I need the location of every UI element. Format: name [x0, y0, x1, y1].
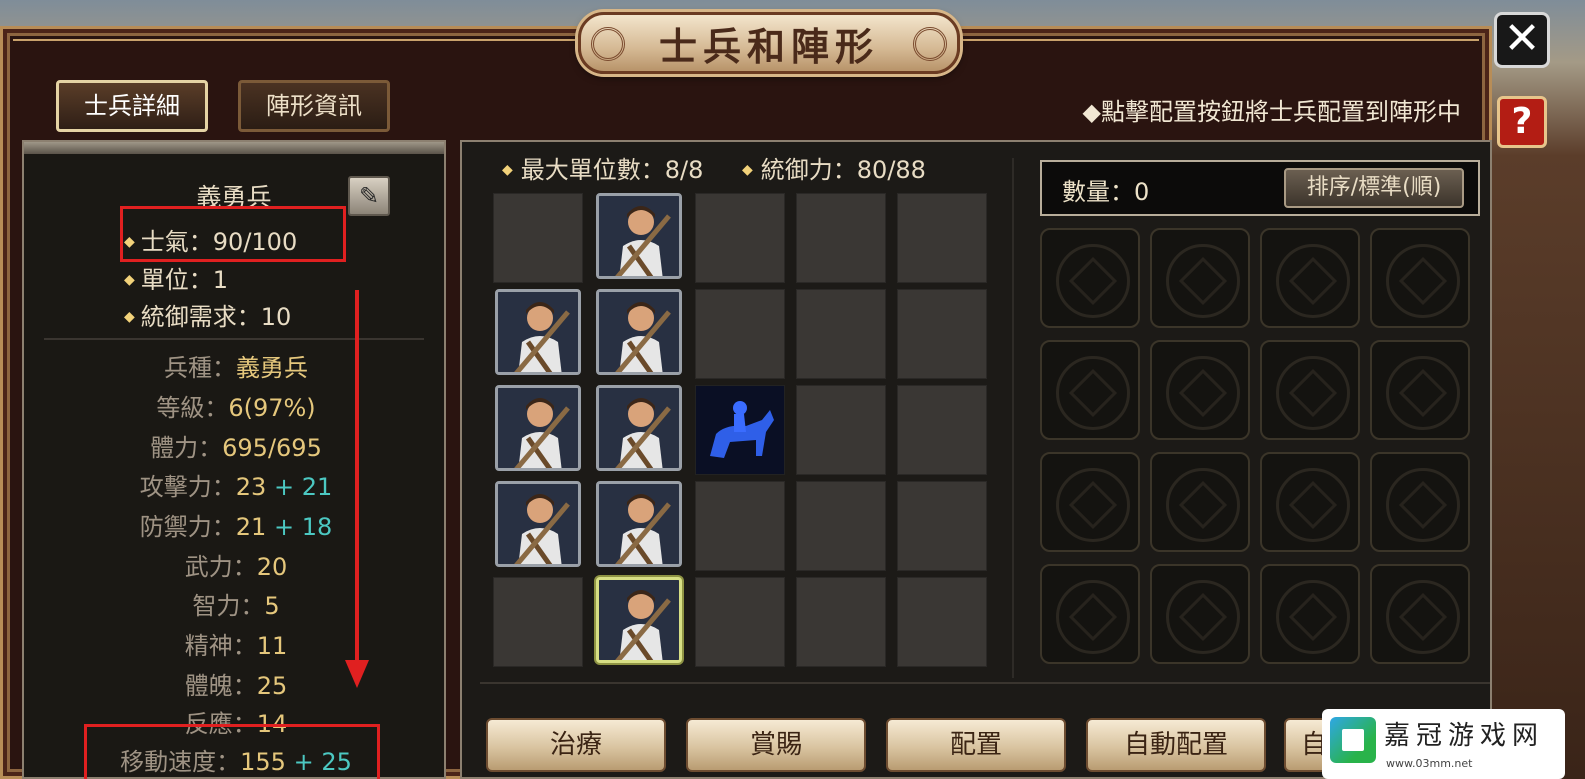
empty-soldier-slot[interactable] — [1150, 340, 1250, 440]
empty-soldier-slot[interactable] — [1260, 340, 1360, 440]
red-arrow-head-icon — [345, 660, 369, 688]
empty-soldier-slot[interactable] — [1040, 452, 1140, 552]
selected-soldier-slot[interactable] — [596, 577, 682, 663]
empty-soldier-slot[interactable] — [1040, 564, 1140, 664]
infantry-soldier-icon[interactable] — [596, 289, 682, 375]
dialog-title-plate: 士兵和陣形 — [578, 12, 960, 74]
auto-deploy-button[interactable]: 自動配置 — [1086, 718, 1266, 772]
pencil-icon: ✎ — [358, 182, 380, 210]
infantry-soldier-icon[interactable] — [495, 289, 581, 375]
site-logo-icon — [1330, 717, 1376, 763]
help-icon: ? — [1511, 101, 1533, 142]
infantry-soldier-icon[interactable] — [596, 193, 682, 279]
empty-soldier-slot[interactable] — [1150, 452, 1250, 552]
empty-soldier-slot[interactable] — [1260, 452, 1360, 552]
stat-row: 兵種：義勇兵 — [164, 354, 308, 382]
heal-button[interactable]: 治療 — [486, 718, 666, 772]
formation-slot-empty[interactable] — [897, 289, 987, 379]
stat-row: 智力：5 — [192, 592, 280, 620]
morale-highlight-box — [120, 206, 346, 262]
stat-row: 攻擊力：23 + 21 — [139, 473, 333, 501]
command-power: ◆ 統御力：80/88 — [742, 156, 926, 184]
deploy-hint: ◆點擊配置按鈕將士兵配置到陣形中 — [1082, 98, 1461, 126]
max-units: ◆ 最大單位數：8/8 — [502, 156, 704, 184]
formation-slot-empty[interactable] — [796, 385, 886, 475]
stat-row: 精神：11 — [184, 632, 288, 660]
formation-slot-empty[interactable] — [796, 481, 886, 571]
formation-slot-empty[interactable] — [796, 193, 886, 283]
units-row: ◆ 單位：1 — [124, 260, 228, 295]
formation-slot-empty[interactable] — [897, 577, 987, 667]
watermark-logo — [1210, 586, 1520, 706]
formation-slot-empty[interactable] — [897, 481, 987, 571]
stat-row: 體力：695/695 — [150, 434, 322, 462]
bullet-icon: ◆ — [742, 162, 753, 178]
move-speed-highlight-box — [84, 724, 380, 779]
infantry-soldier-icon[interactable] — [495, 385, 581, 471]
edit-name-button[interactable]: ✎ — [348, 176, 390, 216]
site-name: 嘉冠游戏网 — [1384, 721, 1545, 751]
infantry-soldier-icon[interactable] — [495, 481, 581, 567]
formation-slot-empty[interactable] — [695, 289, 785, 379]
ornament-icon — [591, 27, 625, 61]
panel-divider — [1012, 158, 1014, 678]
stat-row: 防禦力：21 + 18 — [139, 513, 333, 541]
tab-soldier-details[interactable]: 士兵詳細 — [56, 80, 208, 132]
help-button[interactable]: ? — [1497, 96, 1547, 148]
command-requirement-row: ◆ 統御需求：10 — [124, 297, 291, 332]
ornament-icon — [913, 27, 947, 61]
panel-header-bar — [24, 142, 444, 154]
empty-soldier-slot[interactable] — [1370, 228, 1470, 328]
stat-row: 體魄：25 — [184, 672, 288, 700]
stat-row: 武力：20 — [184, 553, 288, 581]
dialog-title: 士兵和陣形 — [658, 24, 879, 69]
deploy-button[interactable]: 配置 — [886, 718, 1066, 772]
empty-soldier-slot[interactable] — [1370, 340, 1470, 440]
cavalry-icon[interactable] — [695, 385, 785, 475]
close-icon: ✕ — [1503, 13, 1541, 64]
infantry-soldier-icon[interactable] — [596, 481, 682, 567]
formation-slot-empty[interactable] — [796, 577, 886, 667]
quantity-label: 數量：0 — [1062, 178, 1150, 206]
formation-slot-empty[interactable] — [695, 577, 785, 667]
red-arrow-shaft — [355, 290, 359, 680]
empty-soldier-slot[interactable] — [1040, 228, 1140, 328]
formation-slot-empty[interactable] — [897, 385, 987, 475]
tab-formation-info[interactable]: 陣形資訊 — [238, 80, 390, 132]
empty-soldier-slot[interactable] — [1260, 228, 1360, 328]
site-url: www.03mm.net — [1386, 757, 1473, 770]
formation-slot-empty[interactable] — [897, 193, 987, 283]
sort-button[interactable]: 排序/標準(順) — [1284, 168, 1464, 208]
site-watermark-badge: 嘉冠游戏网 www.03mm.net — [1322, 709, 1565, 779]
empty-soldier-slot[interactable] — [1370, 452, 1470, 552]
units-value: 單位：1 — [140, 266, 229, 294]
bullet-icon: ◆ — [502, 162, 513, 178]
bullet-icon: ◆ — [124, 309, 135, 325]
formation-slot-empty[interactable] — [493, 577, 583, 667]
formation-slot-empty[interactable] — [796, 289, 886, 379]
stat-row: 等級：6(97%) — [156, 394, 316, 422]
divider — [44, 338, 424, 340]
close-button[interactable]: ✕ — [1494, 12, 1550, 68]
reward-button[interactable]: 賞賜 — [686, 718, 866, 772]
infantry-soldier-icon[interactable] — [596, 385, 682, 471]
bullet-icon: ◆ — [124, 272, 135, 288]
empty-soldier-slot[interactable] — [1150, 228, 1250, 328]
empty-soldier-slot[interactable] — [1040, 340, 1140, 440]
formation-slot-empty[interactable] — [695, 193, 785, 283]
formation-slot-empty[interactable] — [493, 193, 583, 283]
formation-slot-empty[interactable] — [695, 481, 785, 571]
command-requirement-value: 統御需求：10 — [140, 303, 292, 331]
